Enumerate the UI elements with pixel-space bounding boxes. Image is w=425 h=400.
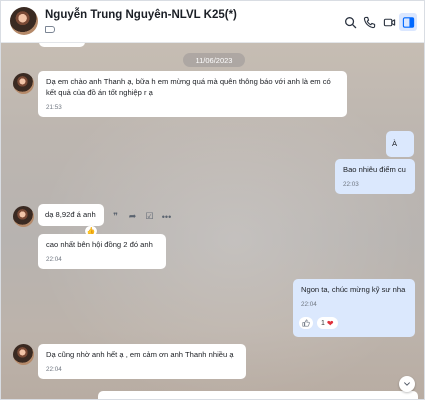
task-icon[interactable]: ☑ bbox=[143, 210, 156, 223]
sender-avatar[interactable] bbox=[13, 206, 34, 227]
forward-icon[interactable]: ➦ bbox=[126, 210, 139, 223]
message-time: 21:53 bbox=[46, 104, 62, 111]
message-time: 22:04 bbox=[46, 256, 62, 263]
message-text: Dạ cũng nhờ anh hết ạ , em cảm ơn anh Th… bbox=[46, 350, 234, 359]
message-text: Ngon ta, chúc mừng kỹ sư nha bbox=[301, 285, 406, 294]
chat-header: Nguyễn Trung Nguyên-NLVL K25(*) bbox=[1, 1, 424, 43]
chevron-down-icon bbox=[404, 382, 410, 386]
message-bubble[interactable]: À bbox=[386, 131, 414, 157]
chat-window: Nguyễn Trung Nguyên-NLVL K25(*) 11/06/20… bbox=[0, 0, 425, 400]
message-text: Dạ em chào anh Thanh ạ, bữa h em mừng qu… bbox=[46, 77, 331, 97]
reaction-like-button[interactable] bbox=[299, 317, 313, 329]
message-bubble[interactable]: cao nhất bên hội đồng 2 đó anh 22:04 bbox=[38, 234, 166, 270]
message-bubble[interactable]: Bao nhiêu điểm cu 22:03 bbox=[335, 159, 415, 195]
message-bubble[interactable]: Dạ cũng nhờ anh hết ạ , em cảm ơn anh Th… bbox=[38, 344, 246, 380]
tag-icon[interactable] bbox=[45, 26, 55, 33]
reaction-count: 1 bbox=[321, 319, 325, 327]
conversation-title[interactable]: Nguyễn Trung Nguyên-NLVL K25(*) bbox=[45, 9, 237, 21]
message-text: cao nhất bên hội đồng 2 đó anh bbox=[46, 240, 153, 249]
sender-avatar[interactable] bbox=[13, 344, 34, 365]
reaction-heart-count[interactable]: 1 ❤ bbox=[317, 317, 338, 329]
message-bubble[interactable]: Ngon ta, chúc mừng kỹ sư nha 22:04 bbox=[293, 279, 415, 337]
message-text: À bbox=[392, 139, 398, 148]
heart-icon: ❤ bbox=[326, 318, 334, 328]
message-bubble-partial[interactable] bbox=[98, 391, 418, 399]
message-text: Bao nhiêu điểm cu bbox=[343, 165, 406, 174]
more-icon[interactable]: ••• bbox=[160, 210, 173, 223]
sidebar-toggle-icon[interactable] bbox=[399, 13, 417, 31]
message-hover-actions: ❞ ➦ ☑ ••• bbox=[109, 210, 173, 223]
message-time: 22:03 bbox=[343, 181, 359, 188]
quote-icon[interactable]: ❞ bbox=[109, 210, 122, 223]
message-time: 22:04 bbox=[301, 301, 317, 308]
avatar[interactable] bbox=[10, 7, 38, 35]
message-text: dạ 8,92đ á anh bbox=[45, 210, 96, 219]
message-bubble[interactable]: Dạ em chào anh Thanh ạ, bữa h em mừng qu… bbox=[38, 71, 347, 118]
message-list[interactable]: 11/06/2023 Dạ em chào anh Thanh ạ, bữa h… bbox=[1, 43, 424, 399]
video-icon[interactable] bbox=[380, 13, 398, 31]
previous-message-fragment bbox=[39, 43, 85, 47]
message-time: 22:04 bbox=[46, 366, 62, 373]
scroll-to-bottom-button[interactable] bbox=[399, 376, 415, 392]
message-bubble[interactable]: dạ 8,92đ á anh bbox=[38, 204, 104, 226]
date-divider: 11/06/2023 bbox=[183, 53, 245, 67]
phone-icon[interactable] bbox=[360, 13, 378, 31]
search-icon[interactable] bbox=[341, 13, 359, 31]
sender-avatar[interactable] bbox=[13, 73, 34, 94]
